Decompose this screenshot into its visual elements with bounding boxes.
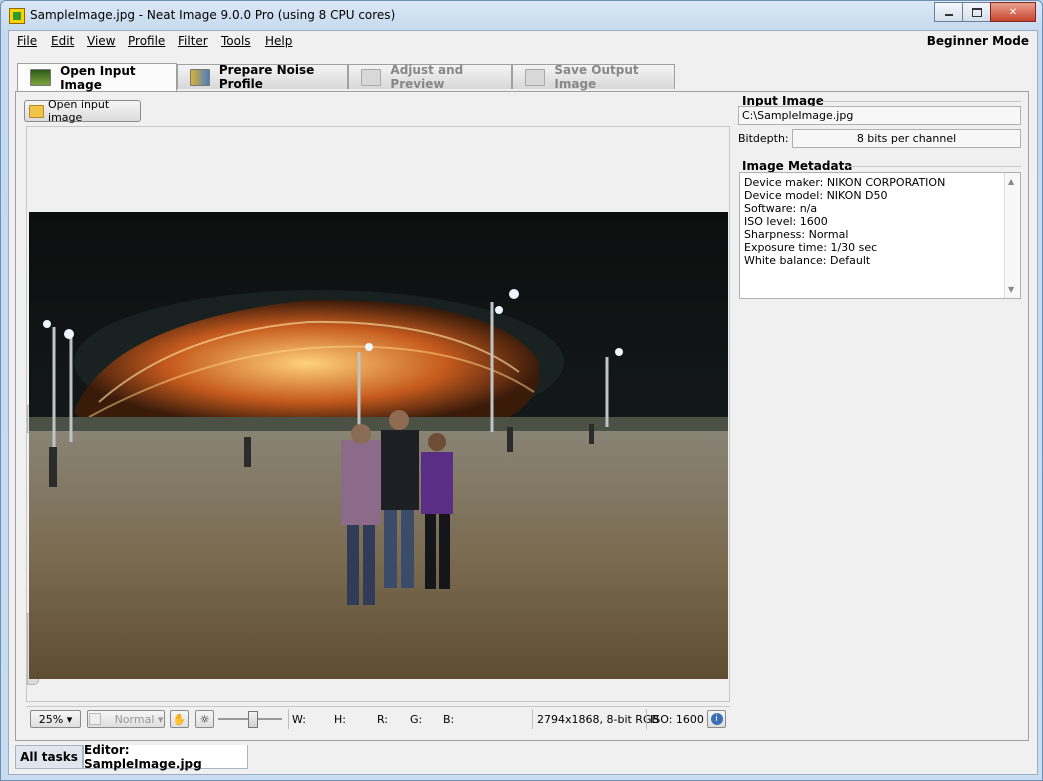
image-info-panel: Input Image C:\SampleImage.jpg Bitdepth:… <box>735 92 1027 740</box>
sliders-icon <box>361 68 382 86</box>
window-title: SampleImage.jpg - Neat Image 9.0.0 Pro (… <box>30 8 396 22</box>
tab-open-input-image[interactable]: Open Input Image <box>17 63 177 92</box>
open-input-image-button[interactable]: Open input image <box>24 98 141 124</box>
tab-save-output-image[interactable]: Save Output Image <box>512 63 675 91</box>
scroll-up-icon[interactable]: ▲ <box>1008 175 1014 188</box>
red-readout: R: <box>377 712 389 726</box>
document-tabs: All tasks Editor: SampleImage.jpg <box>9 743 1037 774</box>
window-controls: ✕ <box>934 2 1036 22</box>
maximize-icon <box>971 7 982 17</box>
metadata-group-title: Image Metadata <box>742 159 853 173</box>
preview-photo <box>29 212 728 679</box>
checkbox-icon <box>88 713 101 725</box>
metadata-line: White balance: Default <box>744 254 871 267</box>
preview-status-bar: 25% ▾ Normal ▾ ✋ ☼ W: H: R: G: B: 2794x1… <box>26 706 730 731</box>
bitdepth-value: 8 bits per channel <box>792 129 1021 148</box>
scroll-down-icon[interactable]: ▼ <box>1008 283 1014 296</box>
image-info: 2794x1868, 8-bit RGB <box>537 712 660 726</box>
app-window: SampleImage.jpg - Neat Image 9.0.0 Pro (… <box>0 0 1043 781</box>
menu-view[interactable]: View <box>87 34 115 48</box>
hand-icon: ✋ <box>172 712 187 726</box>
sun-icon: ☼ <box>199 712 210 726</box>
save-icon <box>525 68 546 86</box>
maximize-button[interactable] <box>962 2 991 22</box>
metadata-line: Sharpness: Normal <box>744 228 849 241</box>
metadata-line: Software: n/a <box>744 202 818 215</box>
brightness-button[interactable]: ☼ <box>195 710 214 728</box>
mode-label[interactable]: Beginner Mode <box>927 34 1029 48</box>
minimize-icon <box>944 14 953 16</box>
metadata-line: Device maker: NIKON CORPORATION <box>744 176 946 189</box>
zoom-dropdown[interactable]: 25% ▾ <box>30 710 81 728</box>
tab-editor[interactable]: Editor: SampleImage.jpg <box>83 743 248 771</box>
blue-readout: B: <box>443 712 455 726</box>
open-input-panel: Open input image 25% ▾ Normal ▾ ✋ ☼ W: H… <box>15 91 1029 741</box>
tab-prepare-noise-profile[interactable]: Prepare Noise Profile <box>177 63 348 91</box>
height-readout: H: <box>334 712 346 726</box>
chevron-down-icon: ▾ <box>157 712 164 726</box>
menu-profile[interactable]: Profile <box>128 34 165 48</box>
green-readout: G: <box>410 712 423 726</box>
iso-readout: ISO: 1600 <box>650 712 704 726</box>
pan-tool-button[interactable]: ✋ <box>170 710 189 728</box>
input-image-path[interactable]: C:\SampleImage.jpg <box>738 106 1021 125</box>
menu-file[interactable]: File <box>17 34 37 48</box>
width-readout: W: <box>292 712 306 726</box>
title-bar[interactable]: SampleImage.jpg - Neat Image 9.0.0 Pro (… <box>1 1 1042 29</box>
menu-filter[interactable]: Filter <box>178 34 208 48</box>
info-button[interactable]: i <box>707 710 726 728</box>
menu-edit[interactable]: Edit <box>51 34 74 48</box>
folder-icon <box>29 104 45 118</box>
client-area: File Edit View Profile Filter Tools Help… <box>8 30 1038 775</box>
group-divider <box>821 101 1021 102</box>
metadata-scrollbar[interactable]: ▲ ▼ <box>1004 173 1020 298</box>
metadata-line: Exposure time: 1/30 sec <box>744 241 878 254</box>
chevron-down-icon: ▾ <box>66 712 73 726</box>
tab-adjust-and-preview[interactable]: Adjust and Preview <box>348 63 512 91</box>
menu-tools[interactable]: Tools <box>221 34 251 48</box>
metadata-line: ISO level: 1600 <box>744 215 828 228</box>
tab-all-tasks[interactable]: All tasks <box>15 745 83 769</box>
app-icon <box>9 8 25 24</box>
noise-profile-icon <box>190 68 210 86</box>
group-divider <box>847 166 1021 167</box>
slider-track <box>218 711 282 728</box>
image-icon <box>30 69 52 86</box>
separator <box>288 709 289 729</box>
view-mode-dropdown[interactable]: Normal ▾ <box>87 710 165 728</box>
workflow-tabs: Open Input Image Prepare Noise Profile A… <box>15 55 1029 743</box>
close-button[interactable]: ✕ <box>990 2 1036 22</box>
metadata-line: Device model: NIKON D50 <box>744 189 888 202</box>
brightness-slider[interactable] <box>218 710 284 728</box>
bitdepth-label: Bitdepth: <box>738 132 789 145</box>
menu-help[interactable]: Help <box>265 34 292 48</box>
image-preview[interactable] <box>26 126 730 702</box>
info-icon: i <box>710 713 723 725</box>
slider-thumb[interactable] <box>248 711 258 728</box>
metadata-textbox[interactable]: Device maker: NIKON CORPORATION Device m… <box>739 172 1021 299</box>
close-icon: ✕ <box>1008 6 1018 18</box>
menu-bar: File Edit View Profile Filter Tools Help… <box>9 31 1037 52</box>
stadium-photo <box>29 212 728 679</box>
separator <box>646 709 647 729</box>
separator <box>532 709 533 729</box>
minimize-button[interactable] <box>934 2 963 22</box>
